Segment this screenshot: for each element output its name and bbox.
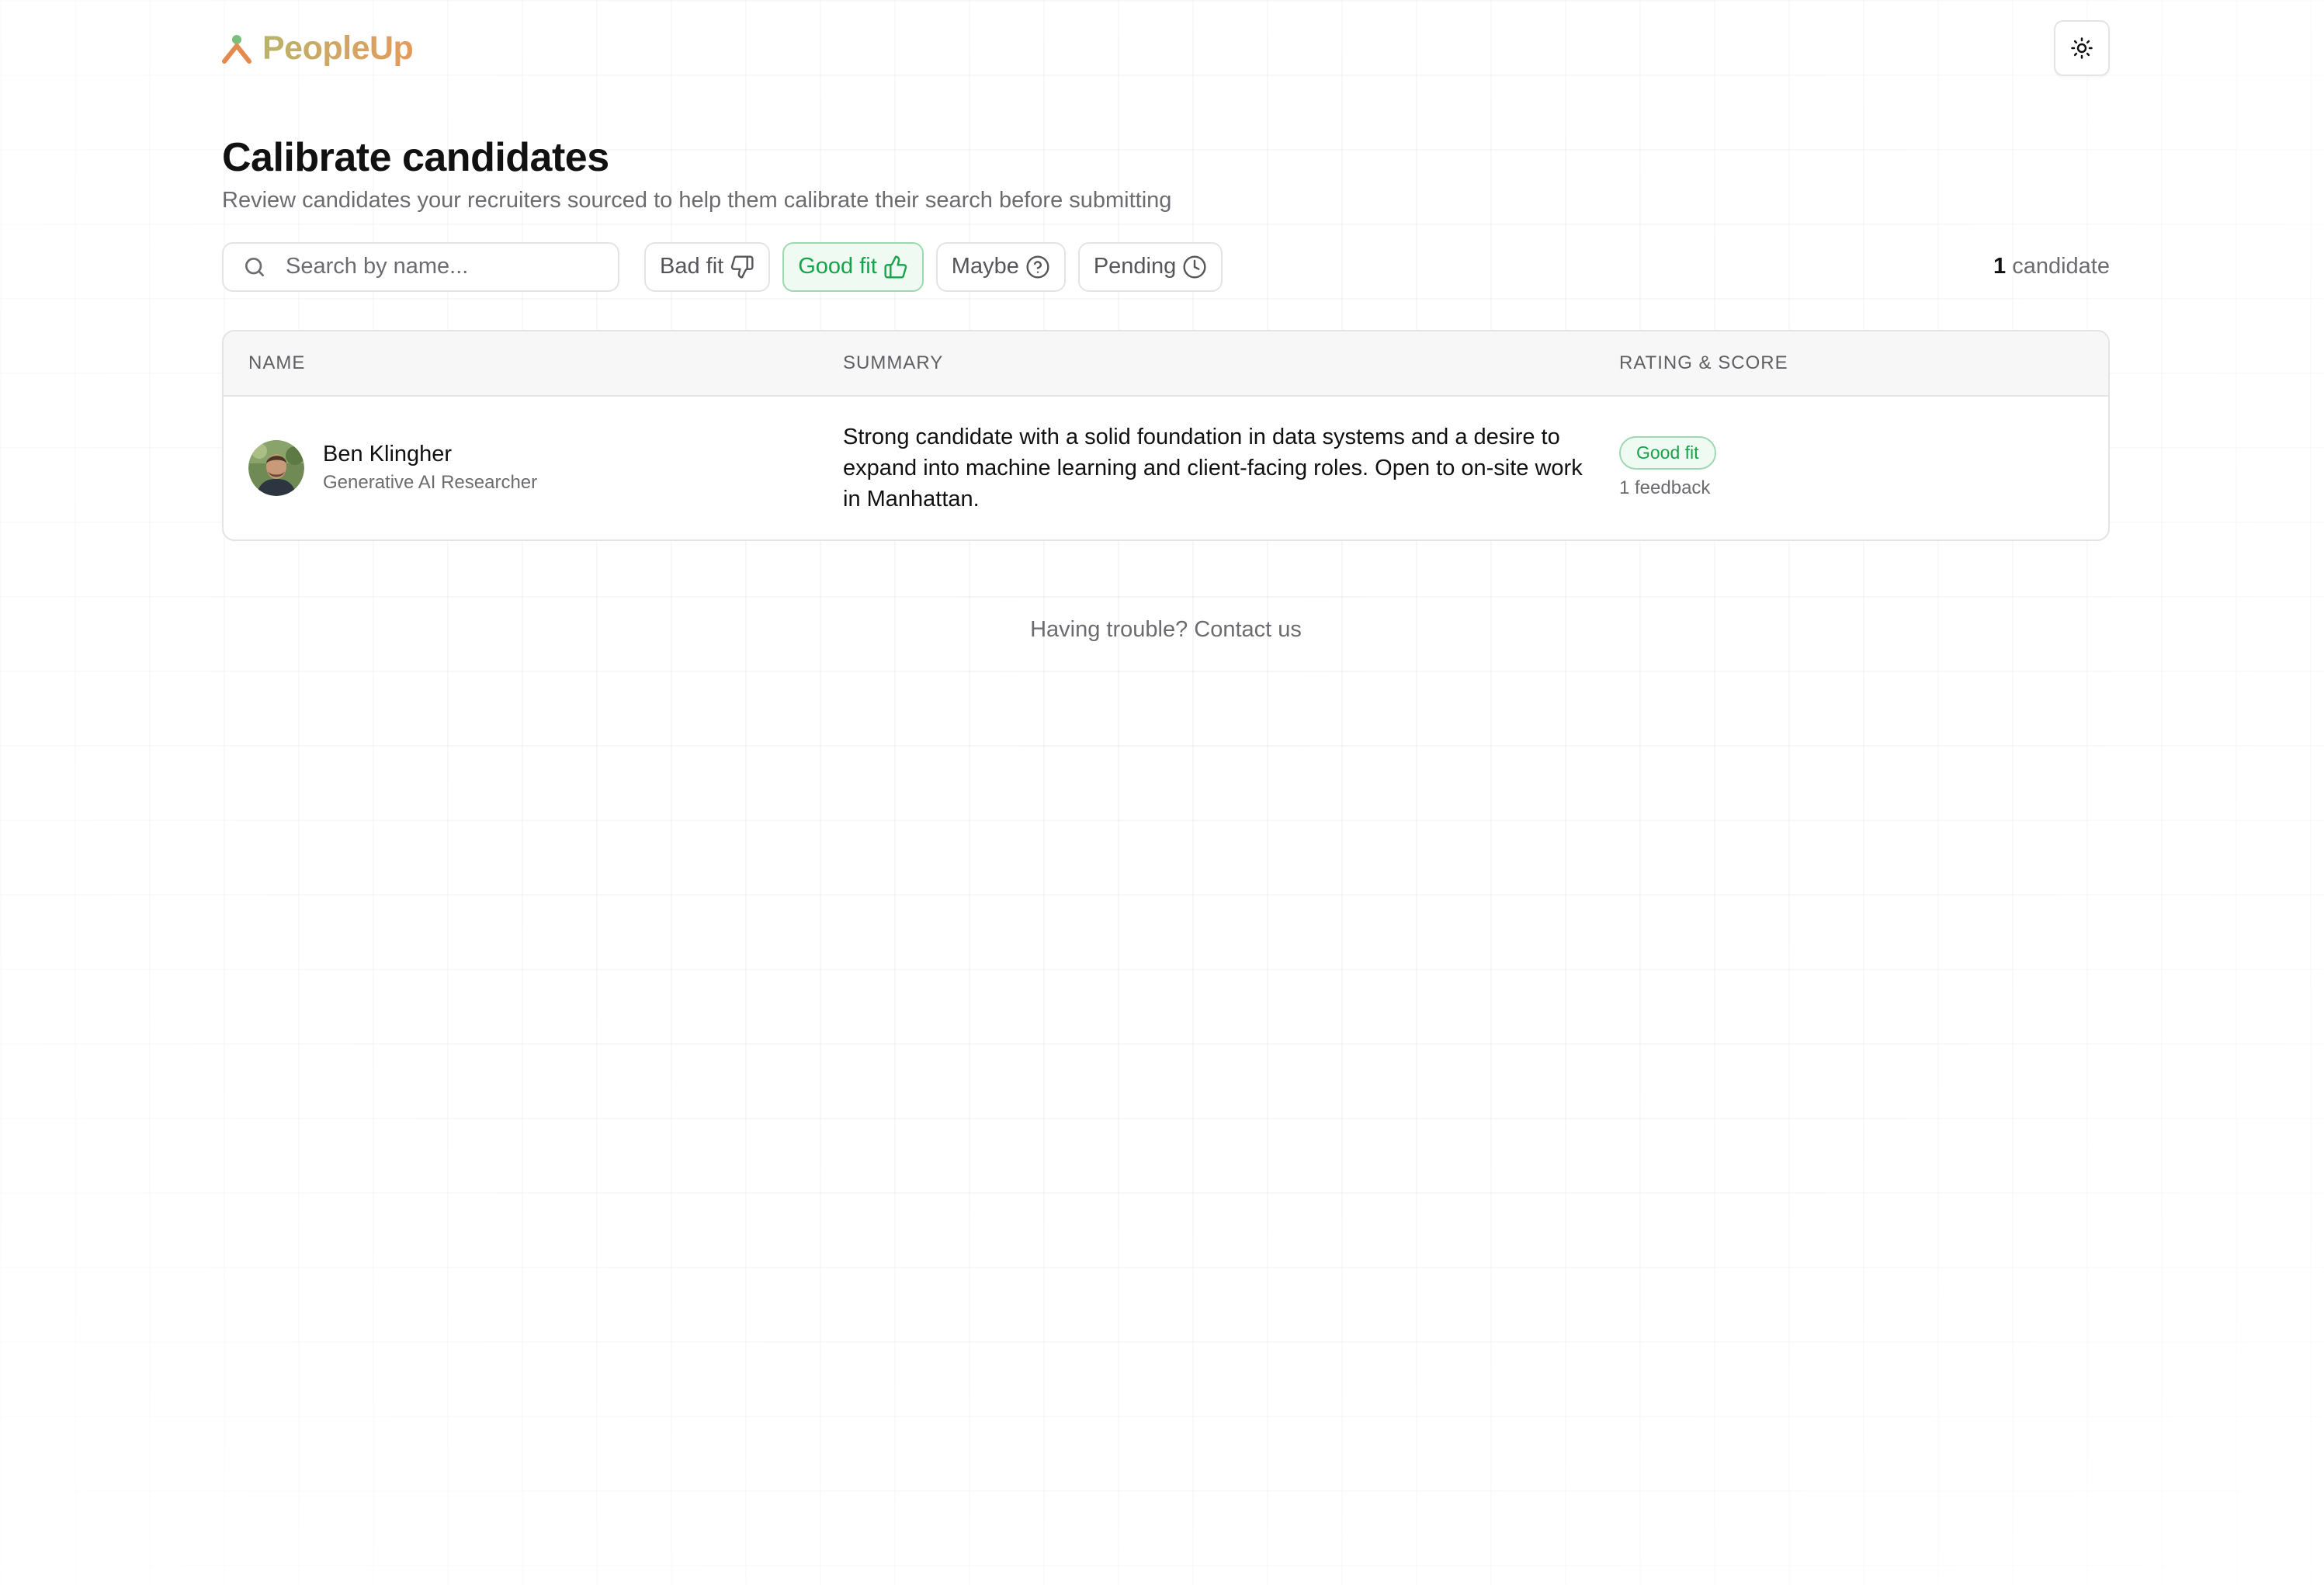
top-bar: PeopleUp [222,0,2110,96]
page: PeopleUp Calibrate candidates Review can… [222,0,2110,643]
feedback-count: 1 feedback [1619,477,1711,499]
clock-icon [1183,255,1206,279]
summary-cell: Strong candidate with a solid foundation… [843,421,1619,515]
search-box[interactable] [222,241,619,292]
filter-good-fit[interactable]: Good fit [782,241,924,292]
people-logo-icon [222,34,251,64]
sun-icon [2071,37,2093,59]
filter-bad-fit[interactable]: Bad fit [644,241,771,292]
page-title: Calibrate candidates [222,135,609,180]
candidate-cell: Ben Klingher Generative AI Researcher [224,439,843,496]
footer-text: Having trouble? [1030,616,1188,642]
rating-cell: Good fit 1 feedback [1619,436,2108,499]
search-input[interactable] [284,253,598,281]
filter-label: Bad fit [660,254,724,279]
avatar-image [248,439,304,496]
table-row[interactable]: Ben Klingher Generative AI Researcher St… [224,397,2108,539]
thumbs-up-icon [884,255,907,279]
filter-label: Good fit [798,254,877,279]
rating-badge: Good fit [1619,436,1716,470]
contact-us-link[interactable]: Contact us [1194,617,1302,642]
candidate-role: Generative AI Researcher [323,472,538,494]
candidate-summary: Strong candidate with a solid foundation… [843,424,1583,512]
footer: Having trouble? Contact us [222,617,2110,643]
theme-toggle-button[interactable] [2054,20,2110,76]
avatar[interactable] [248,439,304,496]
filter-pending[interactable]: Pending [1077,241,1223,292]
candidate-name[interactable]: Ben Klingher [323,442,537,467]
candidate-person: Ben Klingher Generative AI Researcher [248,439,843,496]
column-header-rating[interactable]: RATING & SCORE [1619,352,2108,374]
candidate-count-label: candidate [2012,254,2110,279]
table-header: NAME SUMMARY RATING & SCORE [224,331,2108,397]
candidates-table: NAME SUMMARY RATING & SCORE Ben Klingher… [222,329,2110,541]
candidate-info: Ben Klingher Generative AI Researcher [323,442,537,494]
toolbar: Bad fit Good fit Maybe Pending [222,241,2110,293]
candidate-count-number: 1 [1993,254,2007,279]
help-circle-icon [1026,255,1049,279]
thumbs-down-icon [731,255,754,279]
filter-label: Pending [1093,254,1177,279]
brand-name: PeopleUp [262,29,414,67]
candidate-count: 1 candidate [1993,254,2110,279]
column-header-summary[interactable]: SUMMARY [843,352,1619,374]
filter-maybe[interactable]: Maybe [935,241,1066,292]
logo[interactable]: PeopleUp [222,29,414,68]
search-icon [245,257,264,276]
page-subtitle: Review candidates your recruiters source… [222,187,1172,213]
column-header-name[interactable]: NAME [224,352,843,374]
filter-group: Bad fit Good fit Maybe Pending [644,241,1223,292]
filter-label: Maybe [951,254,1019,279]
